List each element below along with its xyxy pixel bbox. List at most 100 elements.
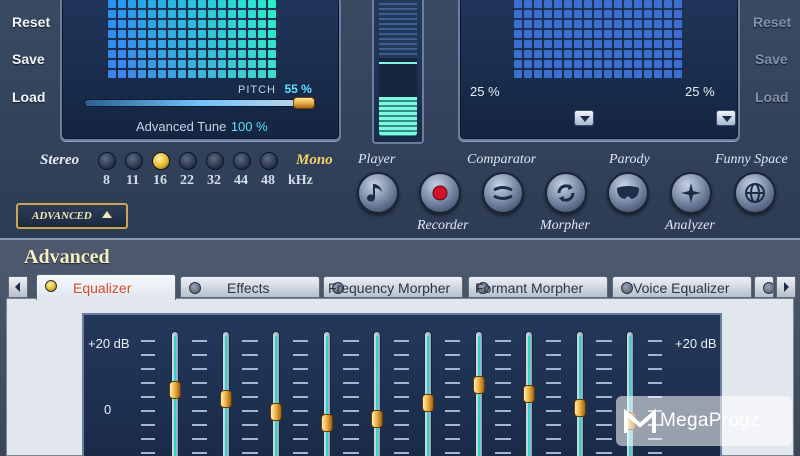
grid-cell bbox=[634, 70, 642, 78]
tab-formant-morpher[interactable]: Formant Morpher bbox=[468, 276, 608, 298]
eq-scale-tick bbox=[394, 354, 408, 356]
left-dropdown-button[interactable] bbox=[574, 110, 594, 126]
grid-cell bbox=[614, 70, 622, 78]
load-button[interactable]: Load bbox=[12, 89, 45, 105]
grid-cell bbox=[258, 30, 266, 38]
eq-band-handle-6[interactable] bbox=[422, 394, 434, 412]
sample-rate-label: 11 bbox=[126, 173, 140, 188]
eq-scale-tick bbox=[394, 424, 408, 426]
funny-space-button[interactable] bbox=[734, 172, 776, 214]
morpher-button[interactable] bbox=[545, 172, 587, 214]
grid-cell bbox=[634, 10, 642, 18]
grid-cell bbox=[248, 10, 256, 18]
sample-rate-radio-8[interactable] bbox=[98, 152, 116, 170]
analyzer-button[interactable] bbox=[670, 172, 712, 214]
reset-button[interactable]: Reset bbox=[12, 14, 50, 30]
grid-cell bbox=[634, 60, 642, 68]
player-button[interactable] bbox=[357, 172, 399, 214]
grid-cell bbox=[564, 0, 572, 8]
grid-cell bbox=[108, 20, 116, 28]
comparator-button[interactable] bbox=[482, 172, 524, 214]
record-icon bbox=[421, 174, 459, 212]
tab-equalizer[interactable]: Equalizer bbox=[36, 274, 176, 300]
eq-band-slider-9[interactable] bbox=[576, 331, 584, 456]
grid-cell bbox=[634, 20, 642, 28]
recorder-button[interactable] bbox=[419, 172, 461, 214]
sample-rate-radio-32[interactable] bbox=[206, 152, 224, 170]
grid-cell bbox=[654, 70, 662, 78]
right-load-button[interactable]: Load bbox=[755, 89, 788, 105]
sample-rate-radio-11[interactable] bbox=[125, 152, 143, 170]
grid-cell bbox=[118, 40, 126, 48]
grid-cell bbox=[564, 20, 572, 28]
eq-scale-tick bbox=[141, 410, 155, 412]
grid-cell bbox=[148, 20, 156, 28]
eq-scale-tick bbox=[596, 354, 610, 356]
right-dropdown-button[interactable] bbox=[716, 110, 736, 126]
grid-cell bbox=[268, 50, 276, 58]
eq-band-handle-4[interactable] bbox=[321, 414, 333, 432]
grid-cell bbox=[168, 30, 176, 38]
grid-cell bbox=[624, 60, 632, 68]
tab-voice-equalizer[interactable]: Voice Equalizer bbox=[612, 276, 752, 298]
grid-cell bbox=[624, 40, 632, 48]
grid-cell bbox=[584, 70, 592, 78]
tab-scroll-right-button[interactable] bbox=[776, 276, 796, 298]
tab-scroll-left-button[interactable] bbox=[8, 276, 28, 298]
eq-band-slider-5[interactable] bbox=[373, 331, 381, 456]
sample-rate-radio-16[interactable] bbox=[152, 152, 170, 170]
eq-scale-tick bbox=[394, 340, 408, 342]
tab-effects[interactable]: Effects bbox=[180, 276, 320, 298]
grid-cell bbox=[188, 20, 196, 28]
volume-meter[interactable] bbox=[372, 0, 424, 144]
pitch-slider[interactable] bbox=[84, 99, 316, 107]
eq-band-handle-3[interactable] bbox=[270, 403, 282, 421]
grid-cell bbox=[258, 60, 266, 68]
grid-cell bbox=[554, 10, 562, 18]
grid-cell bbox=[624, 30, 632, 38]
grid-cell bbox=[158, 20, 166, 28]
eq-band-slider-3[interactable] bbox=[272, 331, 280, 456]
sample-rate-radio-48[interactable] bbox=[260, 152, 278, 170]
grid-cell bbox=[644, 60, 652, 68]
sample-rate-radio-44[interactable] bbox=[233, 152, 251, 170]
eq-scale-tick bbox=[596, 410, 610, 412]
grid-cell bbox=[188, 0, 196, 8]
save-button[interactable]: Save bbox=[12, 51, 45, 67]
grid-cell bbox=[574, 10, 582, 18]
sample-rate-label: 48 bbox=[261, 173, 275, 188]
eq-band-handle-8[interactable] bbox=[523, 385, 535, 403]
morpher-label: Morpher bbox=[540, 218, 590, 233]
parody-button[interactable] bbox=[607, 172, 649, 214]
sample-rate-radio-22[interactable] bbox=[179, 152, 197, 170]
grid-cell bbox=[168, 20, 176, 28]
eq-scale-tick bbox=[343, 354, 357, 356]
eq-scale-tick bbox=[546, 438, 560, 440]
eq-band-handle-9[interactable] bbox=[574, 399, 586, 417]
tab-partial[interactable] bbox=[754, 276, 774, 298]
sample-rate-unit: kHz bbox=[288, 173, 313, 188]
grid-cell bbox=[634, 40, 642, 48]
grid-cell bbox=[238, 20, 246, 28]
right-save-button[interactable]: Save bbox=[755, 51, 788, 67]
grid-cell bbox=[534, 60, 542, 68]
eq-scale-tick bbox=[293, 382, 307, 384]
eq-band-handle-1[interactable] bbox=[169, 381, 181, 399]
tab-indicator-icon bbox=[621, 282, 633, 294]
pitch-slider-handle[interactable] bbox=[293, 97, 316, 109]
grid-cell bbox=[604, 60, 612, 68]
eq-scale-tick bbox=[141, 354, 155, 356]
advanced-toggle-button[interactable]: ADVANCED bbox=[16, 203, 128, 229]
eq-band-handle-7[interactable] bbox=[473, 376, 485, 394]
eq-band-slider-4[interactable] bbox=[323, 331, 331, 456]
grid-cell bbox=[248, 20, 256, 28]
eq-band-handle-2[interactable] bbox=[220, 390, 232, 408]
grid-cell bbox=[584, 10, 592, 18]
grid-cell bbox=[634, 50, 642, 58]
eq-band-handle-5[interactable] bbox=[371, 410, 383, 428]
tab-frequency-morpher[interactable]: Frequency Morpher bbox=[323, 276, 463, 298]
grid-cell bbox=[664, 60, 672, 68]
right-reset-button[interactable]: Reset bbox=[753, 14, 791, 30]
grid-cell bbox=[188, 60, 196, 68]
grid-cell bbox=[534, 20, 542, 28]
